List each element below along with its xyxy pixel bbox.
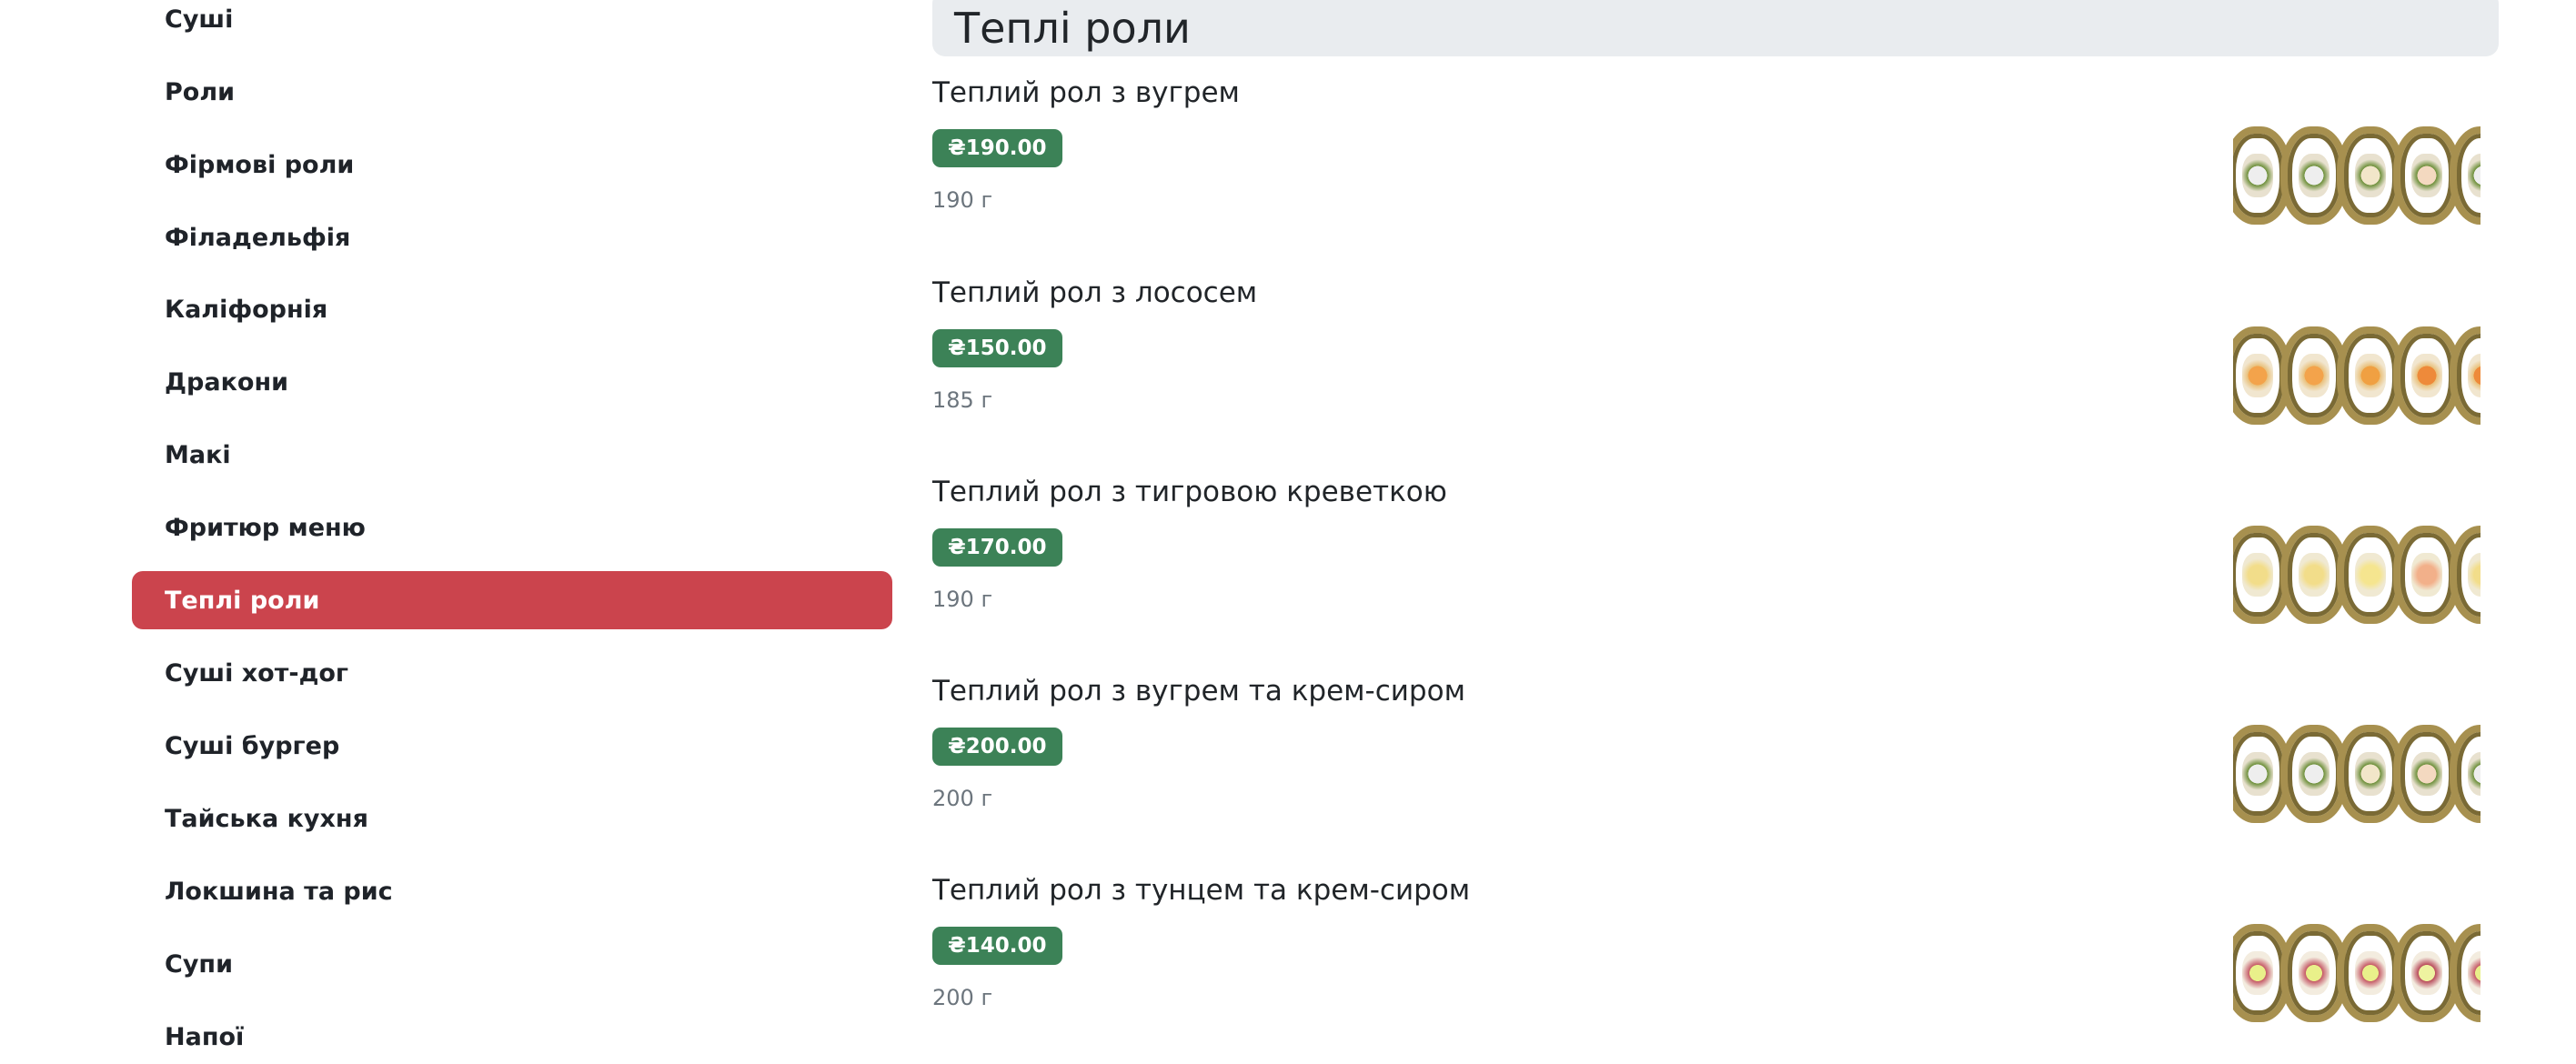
product-name[interactable]: Теплий рол з тунцем та крем-сиром	[932, 874, 1470, 907]
sidebar-item-label: Макі	[165, 440, 231, 469]
sidebar-item-label: Суші хот-дог	[165, 658, 349, 688]
sidebar-item-label: Суші бургер	[165, 731, 340, 760]
sidebar-item-rolls[interactable]: Роли	[132, 63, 892, 121]
product-card[interactable]: Теплий рол з вугрем та крем-сиром ₴200.0…	[932, 675, 2499, 857]
product-weight: 190 г	[932, 187, 993, 213]
warm-roll-tuna-cheese-image[interactable]	[2233, 915, 2480, 1029]
product-name[interactable]: Теплий рол з тигровою креветкою	[932, 476, 1447, 508]
product-list: Теплі роли Теплий рол з вугрем ₴190.00 1…	[932, 0, 2499, 1064]
product-name[interactable]: Теплий рол з вугрем та крем-сиром	[932, 675, 1465, 708]
sidebar-item-philadelphia[interactable]: Філадельфія	[132, 208, 892, 266]
product-weight: 190 г	[932, 587, 993, 612]
menu-page: Суші Роли Фірмові роли Філадельфія Каліф…	[0, 0, 2576, 1064]
sidebar-item-maki[interactable]: Макі	[132, 426, 892, 484]
sidebar-item-sushi-burger[interactable]: Суші бургер	[132, 717, 892, 775]
sidebar-item-fried-menu[interactable]: Фритюр меню	[132, 498, 892, 557]
product-card[interactable]: Теплий рол з вугрем ₴190.00 190 г	[932, 76, 2499, 258]
warm-roll-eel-cheese-image[interactable]	[2233, 716, 2480, 829]
sidebar-item-sushi-hotdog[interactable]: Суші хот-дог	[132, 644, 892, 702]
product-card[interactable]: Теплий рол з лососем ₴150.00 185 г	[932, 276, 2499, 458]
warm-roll-shrimp-image[interactable]	[2233, 517, 2480, 630]
product-name[interactable]: Теплий рол з лососем	[932, 276, 1257, 309]
sidebar-item-label: Філадельфія	[165, 223, 351, 252]
warm-roll-eel-image[interactable]	[2233, 117, 2480, 231]
sidebar-item-label: Дракони	[165, 367, 289, 396]
sidebar-item-label: Тайська кухня	[165, 804, 368, 833]
price-badge: ₴150.00	[932, 329, 1062, 367]
sidebar-item-thai-cuisine[interactable]: Тайська кухня	[132, 789, 892, 848]
warm-roll-salmon-image[interactable]	[2233, 317, 2480, 431]
sidebar-item-label: Локшина та рис	[165, 877, 393, 906]
sidebar-item-noodles-rice[interactable]: Локшина та рис	[132, 862, 892, 920]
product-weight: 200 г	[932, 786, 993, 811]
product-card[interactable]: Теплий рол з тигровою креветкою ₴170.00 …	[932, 476, 2499, 657]
sidebar-item-label: Теплі роли	[165, 586, 320, 615]
product-name[interactable]: Теплий рол з вугрем	[932, 76, 1240, 109]
product-weight: 200 г	[932, 985, 993, 1010]
price-badge: ₴140.00	[932, 927, 1062, 965]
price-badge: ₴170.00	[932, 528, 1062, 567]
sidebar-item-warm-rolls[interactable]: Теплі роли	[132, 571, 892, 629]
section-header: Теплі роли	[932, 0, 2499, 56]
section-title: Теплі роли	[954, 4, 1191, 53]
sidebar-item-sushi[interactable]: Суші	[132, 0, 892, 48]
sidebar-item-label: Напої	[165, 1022, 245, 1051]
sidebar-item-label: Суші	[165, 5, 234, 34]
sidebar-item-drinks[interactable]: Напої	[132, 1008, 892, 1064]
sidebar-item-california[interactable]: Каліфорнія	[132, 280, 892, 338]
sidebar-item-signature-rolls[interactable]: Фірмові роли	[132, 136, 892, 194]
category-sidebar: Суші Роли Фірмові роли Філадельфія Каліф…	[132, 0, 892, 1064]
price-badge: ₴200.00	[932, 728, 1062, 766]
sidebar-item-label: Роли	[165, 77, 236, 106]
sidebar-item-label: Фірмові роли	[165, 150, 355, 179]
price-badge: ₴190.00	[932, 129, 1062, 167]
sidebar-item-dragons[interactable]: Дракони	[132, 353, 892, 411]
product-weight: 185 г	[932, 387, 993, 413]
sidebar-item-label: Фритюр меню	[165, 513, 366, 542]
sidebar-item-label: Каліфорнія	[165, 295, 328, 324]
sidebar-item-soups[interactable]: Супи	[132, 935, 892, 993]
sidebar-item-label: Супи	[165, 949, 233, 979]
product-card[interactable]: Теплий рол з тунцем та крем-сиром ₴140.0…	[932, 874, 2499, 1056]
